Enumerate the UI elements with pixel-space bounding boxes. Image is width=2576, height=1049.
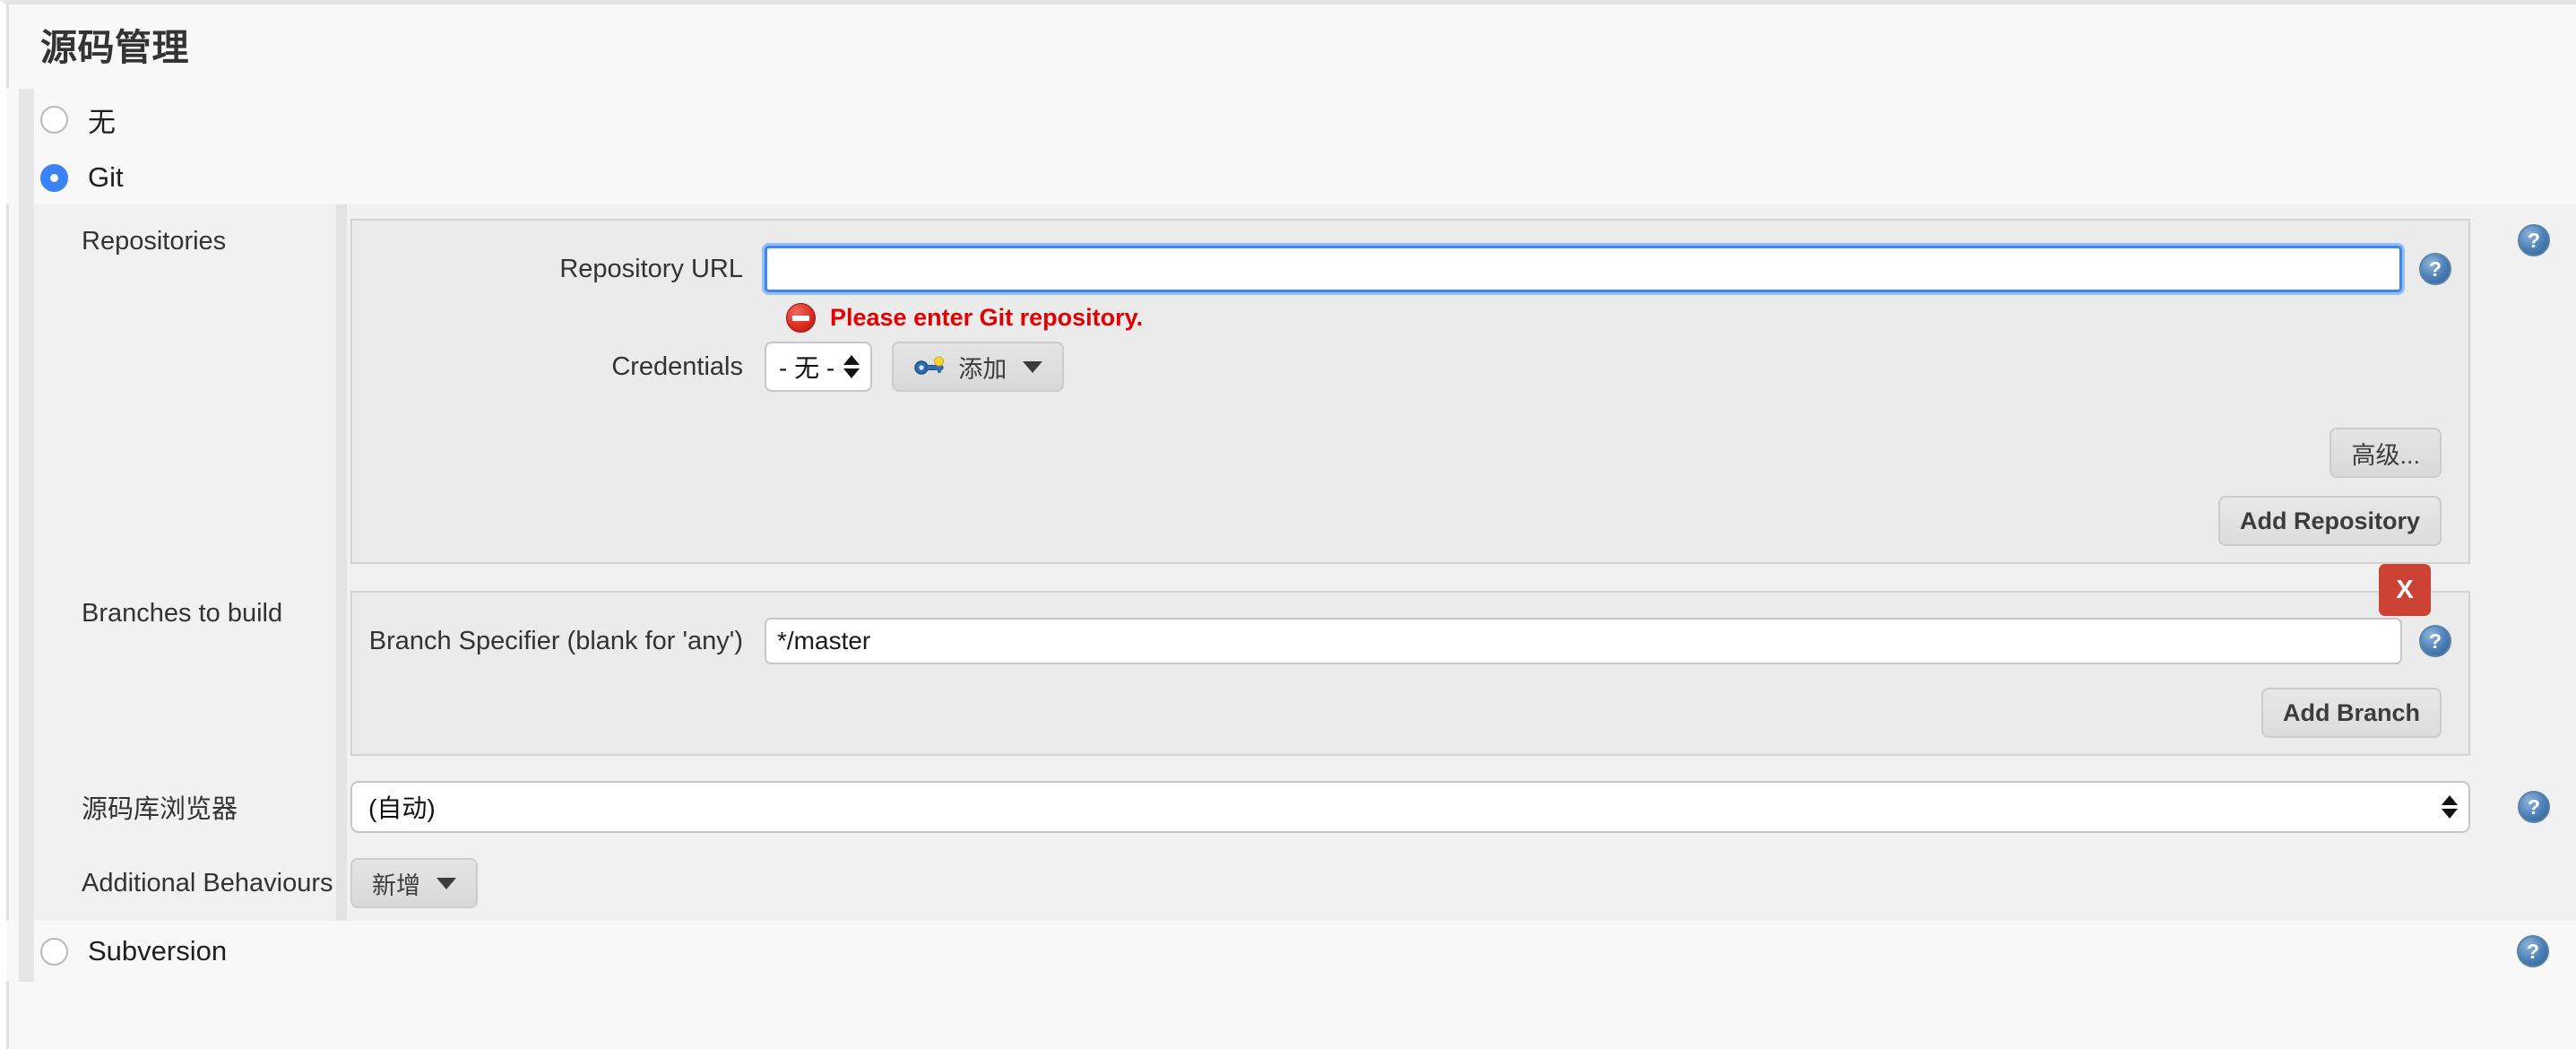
branches-content: X Branch Specifier (blank for 'any') ? [350, 564, 2492, 768]
radio-git[interactable] [40, 163, 68, 192]
error-circle-icon [786, 303, 816, 333]
branch-panel: X Branch Specifier (blank for 'any') ? [350, 564, 2470, 756]
help-icon[interactable]: ? [2518, 791, 2550, 823]
advanced-button-label: 高级... [2351, 441, 2420, 469]
repositories-label: Repositories [82, 227, 227, 256]
credentials-control: - 无 - 添加 [765, 342, 2402, 392]
repository-browser-content: (自动) [350, 781, 2492, 833]
add-repository-wrap: Add Repository [352, 496, 2468, 546]
add-credentials-label: 添加 [958, 355, 1007, 383]
chevron-down-icon [1023, 360, 1043, 373]
radio-git-label: Git [88, 161, 124, 193]
left-rail [19, 151, 34, 204]
add-repository-label: Add Repository [2239, 507, 2420, 534]
chevron-down-icon [437, 877, 456, 889]
subversion-help-wrap: ? [2517, 935, 2549, 967]
scm-selector: 无 Git Repositories Repository URL ? Plea… [6, 89, 2576, 982]
key-icon [914, 356, 945, 375]
page-title: 源码管理 [40, 27, 189, 68]
advanced-button-wrap: 高级... [352, 428, 2468, 478]
select-arrows-icon [843, 355, 860, 378]
radio-none-label: 无 [88, 107, 116, 138]
repository-url-control [765, 246, 2402, 292]
add-branch-button[interactable]: Add Branch [2260, 688, 2442, 738]
credentials-label: Credentials [611, 351, 743, 381]
delete-branch-button[interactable]: X [2379, 564, 2431, 616]
select-arrows-icon [2442, 795, 2458, 819]
repository-browser-row: 源码库浏览器 (自动) ? [19, 768, 2576, 845]
branches-help-spacer [2492, 577, 2576, 596]
left-rail [19, 89, 34, 151]
scm-option-subversion[interactable]: Subversion ? [6, 921, 2576, 982]
repository-url-error: Please enter Git repository. [352, 298, 2468, 336]
radio-none[interactable] [40, 106, 68, 134]
additional-behaviours-label: Additional Behaviours [82, 868, 333, 897]
credentials-select-value: - 无 - [779, 354, 835, 382]
repository-url-label: Repository URL [559, 254, 743, 283]
scm-option-none[interactable]: 无 [6, 89, 2576, 151]
branch-specifier-row: Branch Specifier (blank for 'any') ? [352, 612, 2468, 670]
radio-subversion[interactable] [40, 937, 68, 966]
repository-browser-help: ? [2492, 791, 2576, 823]
add-branch-label: Add Branch [2282, 698, 2420, 726]
branches-label: Branches to build [82, 599, 283, 628]
repositories-help: ? [2492, 204, 2576, 256]
repository-browser-label: 源码库浏览器 [82, 795, 238, 824]
repository-url-row: Repository URL ? [352, 240, 2468, 298]
left-rail [19, 921, 34, 982]
branch-specifier-help: ? [2402, 625, 2468, 657]
repository-panel: Repository URL ? Please enter Git reposi… [350, 219, 2470, 564]
repository-url-input[interactable] [765, 246, 2402, 292]
additional-behaviours-content: 新增 [350, 858, 2492, 908]
add-repository-button[interactable]: Add Repository [2217, 496, 2442, 546]
add-behaviour-button[interactable]: 新增 [350, 858, 478, 908]
repository-panel-inner: Repository URL ? Please enter Git reposi… [352, 221, 2468, 562]
scm-config-page: 源码管理 无 Git Repositories Repository URL ?… [0, 0, 2576, 1049]
add-behaviour-label: 新增 [372, 871, 420, 899]
repositories-row: Repositories Repository URL ? Please ent… [19, 204, 2576, 577]
repository-browser-select[interactable]: (自动) [350, 781, 2470, 833]
repository-url-help: ? [2402, 253, 2468, 285]
add-credentials-button[interactable]: 添加 [892, 342, 1065, 392]
credentials-select[interactable]: - 无 - [765, 342, 873, 392]
help-icon[interactable]: ? [2517, 935, 2549, 967]
scm-option-git[interactable]: Git [6, 151, 2576, 204]
branch-specifier-control [765, 618, 2402, 664]
branch-specifier-label: Branch Specifier (blank for 'any') [368, 626, 743, 655]
radio-subversion-label: Subversion [88, 935, 228, 967]
help-icon[interactable]: ? [2518, 224, 2550, 256]
help-icon[interactable]: ? [2419, 625, 2451, 657]
error-message: Please enter Git repository. [830, 304, 1144, 331]
branches-row: Branches to build X Branch Specifier (bl… [19, 564, 2576, 768]
credentials-row: Credentials - 无 - 添加 [352, 336, 2468, 397]
branch-panel-inner: Branch Specifier (blank for 'any') ? [352, 593, 2468, 754]
branch-specifier-input[interactable] [765, 618, 2402, 664]
advanced-button[interactable]: 高级... [2330, 428, 2442, 478]
add-branch-wrap: Add Branch [352, 688, 2468, 738]
repositories-content: Repository URL ? Please enter Git reposi… [350, 204, 2492, 577]
repository-browser-value: (自动) [368, 794, 436, 822]
help-icon[interactable]: ? [2419, 253, 2451, 285]
git-config-body: Repositories Repository URL ? Please ent… [19, 204, 2576, 921]
additional-behaviours-row: Additional Behaviours 新增 [19, 845, 2576, 921]
